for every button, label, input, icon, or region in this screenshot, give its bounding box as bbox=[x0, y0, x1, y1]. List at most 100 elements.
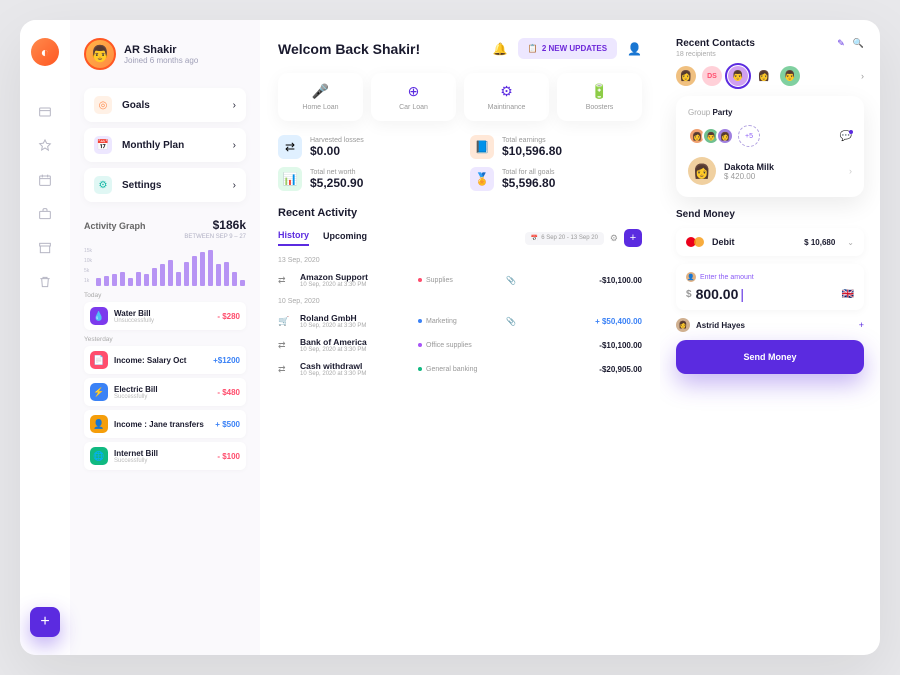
activity-icon: ⇄ bbox=[278, 340, 292, 351]
rail-star-icon[interactable] bbox=[37, 138, 53, 154]
rail-briefcase-icon[interactable] bbox=[37, 206, 53, 222]
mastercard-icon bbox=[686, 236, 704, 248]
activity-row[interactable]: ⇄ Cash withdrawl 10 Sep, 2020 at 3:30 PM… bbox=[278, 357, 642, 381]
contact-avatar[interactable]: 👨 bbox=[728, 66, 748, 86]
nav-goals[interactable]: ◎ Goals › bbox=[84, 88, 246, 122]
txn-title: Water Bill bbox=[114, 309, 211, 318]
send-money-button[interactable]: Send Money bbox=[676, 340, 864, 374]
tab-history[interactable]: History bbox=[278, 230, 309, 246]
contacts-next-icon[interactable]: › bbox=[861, 71, 864, 81]
group-chat-icon[interactable]: 💬 bbox=[840, 131, 852, 142]
icon-rail: ◐ + bbox=[20, 20, 70, 655]
rail-home-icon[interactable] bbox=[37, 104, 53, 120]
group-member-avatar[interactable]: 👩 bbox=[716, 127, 734, 145]
txn-row[interactable]: ⚡ Electric Bill Successfully - $480 bbox=[84, 378, 246, 406]
txn-row[interactable]: 🌐 Internet Bill Successfully - $100 bbox=[84, 442, 246, 470]
chart-bar bbox=[112, 274, 117, 286]
contact-avatar[interactable]: 👩 bbox=[676, 66, 696, 86]
activity-settings-icon[interactable]: ⚙ bbox=[610, 233, 618, 244]
activity-name: Amazon Support bbox=[300, 272, 410, 282]
updates-icon: 📋 bbox=[528, 44, 538, 53]
rail-calendar-icon[interactable] bbox=[37, 172, 53, 188]
tab-upcoming[interactable]: Upcoming bbox=[323, 231, 367, 245]
nav-settings[interactable]: ⚙ Settings › bbox=[84, 168, 246, 202]
txn-row[interactable]: 👤 Income : Jane transfers + $500 bbox=[84, 410, 246, 438]
txn-row[interactable]: 📄 Income: Salary Oct +$1200 bbox=[84, 346, 246, 374]
bell-icon[interactable]: 🔔 bbox=[493, 42, 508, 56]
amount-input[interactable]: 800.00 bbox=[696, 286, 838, 302]
txn-status: Unsuccessfully bbox=[114, 318, 211, 324]
txn-row[interactable]: 💧 Water Bill Unsuccessfully - $280 bbox=[84, 302, 246, 330]
stat-item: 📊 Total net worth $5,250.90 bbox=[278, 167, 450, 191]
category-card[interactable]: ⊕ Car Loan bbox=[371, 73, 456, 121]
card-balance: $ 10,680 bbox=[804, 238, 835, 247]
contact-avatar[interactable]: 👨 bbox=[780, 66, 800, 86]
attachment-icon[interactable]: 📎 bbox=[506, 276, 520, 285]
activity-tag: Office supplies bbox=[418, 342, 498, 349]
nav-monthly-plan[interactable]: 📅 Monthly Plan › bbox=[84, 128, 246, 162]
stat-icon: 🏅 bbox=[470, 167, 494, 191]
stat-item: 🏅 Total for all goals $5,596.80 bbox=[470, 167, 642, 191]
activity-amount: + $50,400.00 bbox=[595, 317, 642, 326]
txn-icon: 🌐 bbox=[90, 447, 108, 465]
attachment-icon[interactable]: 📎 bbox=[506, 317, 520, 326]
group-card: Group Party 👩 👨 👩 +5 💬 👩 Dakota Milk $ 4… bbox=[676, 96, 864, 197]
chevron-right-icon: › bbox=[233, 180, 236, 191]
activity-day-label: 13 Sep, 2020 bbox=[278, 257, 642, 264]
chart-bar bbox=[168, 260, 173, 286]
group-more-count[interactable]: +5 bbox=[738, 125, 760, 147]
edit-contacts-icon[interactable]: ✎ bbox=[837, 38, 845, 49]
activity-icon: ⇄ bbox=[278, 364, 292, 375]
category-card[interactable]: 🔋 Boosters bbox=[557, 73, 642, 121]
rail-trash-icon[interactable] bbox=[37, 274, 53, 290]
chart-bar bbox=[240, 280, 245, 286]
group-name: Party bbox=[712, 108, 732, 117]
activity-graph-chart bbox=[84, 246, 246, 286]
txn-amount: +$1200 bbox=[213, 356, 240, 365]
category-icon: 🎤 bbox=[282, 83, 359, 100]
activity-amount: -$10,100.00 bbox=[599, 341, 642, 350]
amount-input-box: 👤 Enter the amount $ 800.00 🇬🇧 bbox=[676, 264, 864, 310]
chevron-right-icon: › bbox=[233, 100, 236, 111]
fab-add-button[interactable]: + bbox=[30, 607, 60, 637]
profile-avatar[interactable] bbox=[84, 38, 116, 70]
nav-settings-label: Settings bbox=[122, 180, 223, 191]
category-card[interactable]: ⚙ Maintinance bbox=[464, 73, 549, 121]
updates-button[interactable]: 📋 2 NEW UPDATES bbox=[518, 38, 617, 59]
recent-contacts-title: Recent Contacts bbox=[676, 38, 837, 49]
person-name: Dakota Milk bbox=[724, 162, 774, 172]
chart-bar bbox=[184, 262, 189, 286]
chevron-down-icon: ⌄ bbox=[847, 238, 854, 247]
txn-title: Internet Bill bbox=[114, 449, 211, 458]
stat-label: Harvested losses bbox=[310, 137, 364, 144]
card-selector[interactable]: Debit $ 10,680 ⌄ bbox=[676, 228, 864, 256]
activity-name: Bank of America bbox=[300, 337, 410, 347]
activity-row[interactable]: 🛒 Roland GmbH 10 Sep, 2020 at 3:30 PM Ma… bbox=[278, 309, 642, 333]
contact-avatar[interactable]: DS bbox=[702, 66, 722, 86]
chart-bar bbox=[232, 272, 237, 286]
activity-time: 10 Sep, 2020 at 3:30 PM bbox=[300, 323, 410, 329]
add-activity-button[interactable]: + bbox=[624, 229, 642, 247]
date-range-picker[interactable]: 📅 6 Sep 20 - 13 Sep 20 bbox=[525, 232, 604, 245]
activity-row[interactable]: ⇄ Bank of America 10 Sep, 2020 at 3:30 P… bbox=[278, 333, 642, 357]
group-person-row[interactable]: 👩 Dakota Milk $ 420.00 › bbox=[688, 157, 852, 185]
txn-icon: 📄 bbox=[90, 351, 108, 369]
contact-avatar[interactable]: 👩 bbox=[754, 66, 774, 86]
chart-bar bbox=[192, 256, 197, 286]
activity-row[interactable]: ⇄ Amazon Support 10 Sep, 2020 at 3:30 PM… bbox=[278, 268, 642, 292]
currency-flag-icon[interactable]: 🇬🇧 bbox=[842, 289, 854, 300]
currency-symbol: $ bbox=[686, 289, 692, 300]
search-contacts-icon[interactable]: 🔍 bbox=[853, 38, 864, 49]
nav-monthly-label: Monthly Plan bbox=[122, 140, 223, 151]
activity-tag: Supplies bbox=[418, 277, 498, 284]
add-recipient-icon[interactable]: + bbox=[859, 320, 864, 330]
activity-amount: -$20,905.00 bbox=[599, 365, 642, 374]
send-money-title: Send Money bbox=[676, 209, 864, 220]
category-icon: ⊕ bbox=[375, 83, 452, 100]
chart-bar bbox=[160, 264, 165, 286]
profile-name: AR Shakir bbox=[124, 44, 198, 56]
user-icon[interactable]: 👤 bbox=[627, 42, 642, 56]
rail-archive-icon[interactable] bbox=[37, 240, 53, 256]
stat-icon: ⇄ bbox=[278, 135, 302, 159]
category-card[interactable]: 🎤 Home Loan bbox=[278, 73, 363, 121]
